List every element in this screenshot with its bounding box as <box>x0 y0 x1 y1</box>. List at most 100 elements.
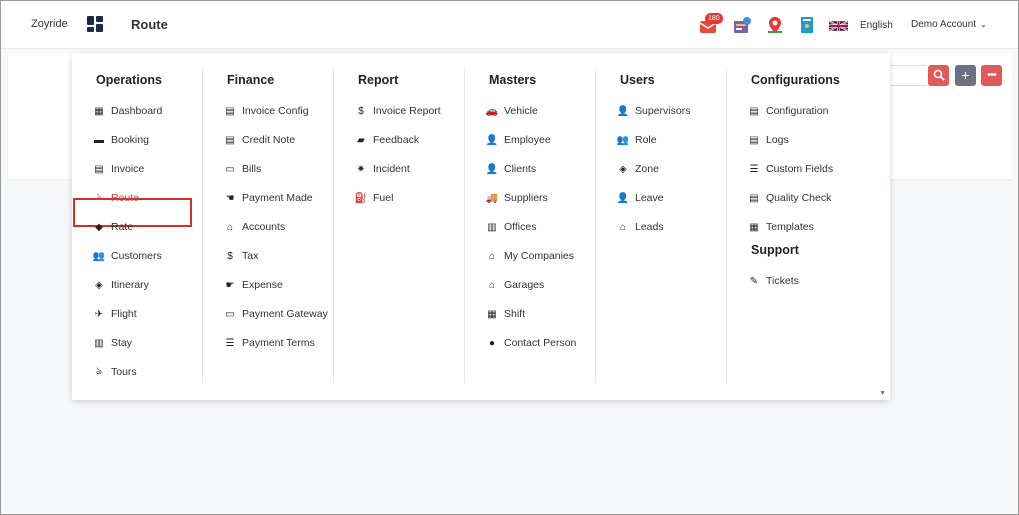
menu-item-rate[interactable]: ◆ Rate <box>93 217 133 237</box>
add-button[interactable]: + <box>955 65 976 86</box>
user-clock-icon: 👤 <box>616 192 630 204</box>
leads-icon: ⌂ <box>619 221 627 233</box>
column-title: Operations <box>96 73 162 87</box>
menu-item-customers[interactable]: 👥 Customers <box>93 246 162 266</box>
menu-item-employee[interactable]: 👤 Employee <box>486 130 551 150</box>
app-window: Zoyride Route 180 English Demo Account ⌄… <box>0 0 1019 515</box>
menu-grid-icon[interactable] <box>87 16 103 32</box>
menu-item-accounts[interactable]: ⌂ Accounts <box>224 217 285 237</box>
menu-item-label: Contact Person <box>504 337 577 349</box>
brand-name[interactable]: Zoyride <box>31 18 68 30</box>
menu-item-flight[interactable]: ✈ Flight <box>93 304 137 324</box>
hotel-icon: ▥ <box>94 337 104 349</box>
menu-item-credit-note[interactable]: ▤ Credit Note <box>224 130 295 150</box>
more-dots-icon: ••• <box>987 69 997 81</box>
guide-book-icon[interactable] <box>797 15 817 35</box>
plane-icon: ✈ <box>94 308 104 320</box>
menu-item-shift[interactable]: ▦ Shift <box>486 304 525 324</box>
menu-item-expense[interactable]: ☛ Expense <box>224 275 283 295</box>
menu-item-logs[interactable]: ▤ Logs <box>748 130 789 150</box>
customers-icon: 👥 <box>92 250 106 262</box>
menu-item-incident[interactable]: ✷ Incident <box>355 159 410 179</box>
menu-item-label: Clients <box>504 163 537 175</box>
supervisor-icon: 👤 <box>616 105 630 117</box>
menu-item-label: Feedback <box>373 134 420 146</box>
menu-column-users: Users 👤 Supervisors 👥 Role ◈ Zone 👤 Leave ⌂ L… <box>596 69 727 383</box>
menu-item-label: Dashboard <box>111 105 163 117</box>
menu-item-label: My Companies <box>504 250 575 262</box>
menu-item-label: Role <box>635 134 657 146</box>
menu-item-label: Leads <box>635 221 664 233</box>
menu-item-label: Tax <box>242 250 259 262</box>
menu-item-suppliers[interactable]: 🚚 Suppliers <box>486 188 548 208</box>
menu-item-configuration[interactable]: ▤ Configuration <box>748 101 828 121</box>
language-selector[interactable]: English <box>860 20 893 31</box>
car-icon: 🚗 <box>485 105 499 117</box>
menu-item-payment-made[interactable]: ☚ Payment Made <box>224 188 313 208</box>
menu-item-label: Credit Note <box>242 134 296 146</box>
menu-item-stay[interactable]: ▥ Stay <box>93 333 132 353</box>
menu-item-tax[interactable]: $ Tax <box>224 246 258 266</box>
menu-item-invoice-report[interactable]: $ Invoice Report <box>355 101 440 121</box>
menu-item-label: Templates <box>766 221 814 233</box>
menu-item-label: Custom Fields <box>766 163 834 175</box>
menu-item-label: Quality Check <box>766 192 832 204</box>
menu-item-label: Offices <box>504 221 537 233</box>
scroll-down-arrow-icon[interactable]: ▼ <box>879 390 886 397</box>
menu-item-leads[interactable]: ⌂ Leads <box>617 217 664 237</box>
tours-icon: ঌ <box>95 365 103 377</box>
column-title: Masters <box>489 73 537 87</box>
more-button[interactable]: ••• <box>981 65 1002 86</box>
menu-item-itinerary[interactable]: ◈ Itinerary <box>93 275 149 295</box>
menu-item-label: Tickets <box>766 275 799 287</box>
column-title: Finance <box>227 73 275 87</box>
menu-item-garages[interactable]: ⌂ Garages <box>486 275 544 295</box>
menu-item-invoice[interactable]: ▤ Invoice <box>93 159 144 179</box>
search-input[interactable] <box>885 65 927 86</box>
menu-item-quality-check[interactable]: ▤ Quality Check <box>748 188 831 208</box>
client-icon: 👤 <box>485 163 499 175</box>
menu-item-label: Route <box>111 192 140 204</box>
map-pin-icon[interactable] <box>765 15 785 35</box>
menu-item-role[interactable]: 👥 Role <box>617 130 657 150</box>
plus-icon: + <box>961 67 970 83</box>
route-icon: ঌ <box>95 191 103 203</box>
money-bag-icon: $ <box>227 250 233 262</box>
menu-item-route[interactable]: ঌ Route <box>93 188 139 208</box>
page-title: Route <box>131 17 168 32</box>
menu-item-dashboard[interactable]: ▦ Dashboard <box>93 101 162 121</box>
menu-item-feedback[interactable]: ▰ Feedback <box>355 130 419 150</box>
menu-item-my-companies[interactable]: ⌂ My Companies <box>486 246 574 266</box>
menu-item-zone[interactable]: ◈ Zone <box>617 159 659 179</box>
menu-item-tickets[interactable]: ✎ Tickets <box>748 271 799 291</box>
menu-item-clients[interactable]: 👤 Clients <box>486 159 536 179</box>
search-button[interactable] <box>928 65 949 86</box>
menu-item-label: Stay <box>111 337 133 349</box>
menu-item-templates[interactable]: ▦ Templates <box>748 217 814 237</box>
menu-item-contact-person[interactable]: ● Contact Person <box>486 333 576 353</box>
menu-column-masters: Masters 🚗 Vehicle 👤 Employee 👤 Clients 🚚 Sup… <box>465 69 596 383</box>
menu-item-label: Configuration <box>766 105 829 117</box>
menu-item-invoice-config[interactable]: ▤ Invoice Config <box>224 101 308 121</box>
account-menu[interactable]: Demo Account ⌄ <box>911 19 987 30</box>
menu-item-bills[interactable]: ▭ Bills <box>224 159 261 179</box>
menu-item-vehicle[interactable]: 🚗 Vehicle <box>486 101 538 121</box>
menu-item-fuel[interactable]: ⛽ Fuel <box>355 188 394 208</box>
menu-item-leave[interactable]: 👤 Leave <box>617 188 664 208</box>
menu-item-booking[interactable]: ▬ Booking <box>93 130 149 150</box>
menu-item-label: Payment Made <box>242 192 313 204</box>
menu-column-report: Report $ Invoice Report ▰ Feedback ✷ Incide… <box>334 69 465 383</box>
menu-column-operations: Operations ▦ Dashboard ▬ Booking ▤ Invoice … <box>72 69 203 383</box>
dashboard-icon: ▦ <box>94 105 104 117</box>
trip-planner-icon[interactable] <box>732 15 752 35</box>
menu-item-supervisors[interactable]: 👤 Supervisors <box>616 101 691 121</box>
menu-item-payment-gateway[interactable]: ▭ Payment Gateway <box>224 304 328 324</box>
uk-flag-icon[interactable] <box>829 20 848 32</box>
navigation-mega-menu: Operations ▦ Dashboard ▬ Booking ▤ Invoice … <box>72 53 890 400</box>
menu-item-tours[interactable]: ঌ Tours <box>93 362 137 382</box>
menu-item-payment-terms[interactable]: ☰ Payment Terms <box>224 333 315 353</box>
bank-icon: ⌂ <box>226 221 234 233</box>
menu-item-offices[interactable]: ▥ Offices <box>486 217 536 237</box>
ticket-icon: ✎ <box>749 275 759 287</box>
menu-item-custom-fields[interactable]: ☰ Custom Fields <box>748 159 834 179</box>
